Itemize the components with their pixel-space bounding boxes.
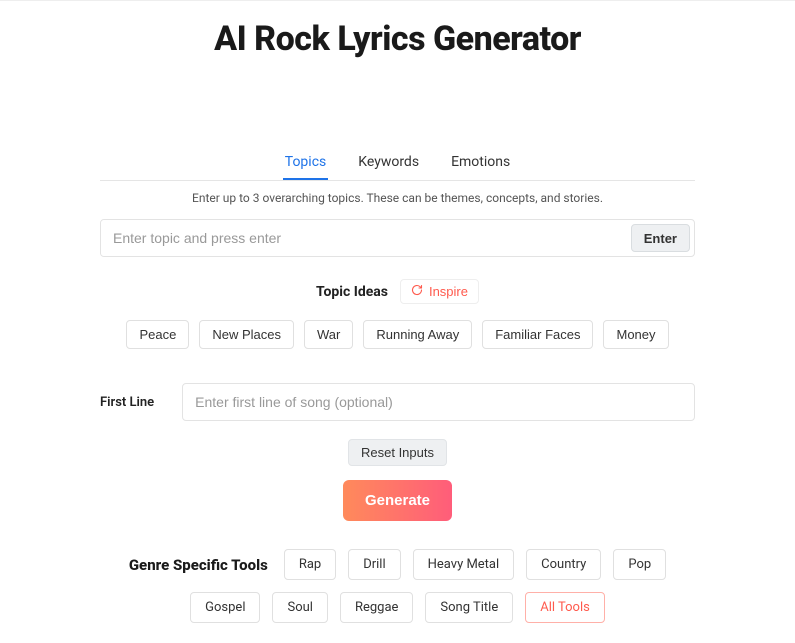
reset-button[interactable]: Reset Inputs — [348, 439, 447, 466]
tab-emotions[interactable]: Emotions — [449, 154, 512, 180]
genre-chip-drill[interactable]: Drill — [348, 549, 400, 580]
topic-chip[interactable]: Money — [603, 320, 668, 349]
first-line-input[interactable] — [182, 383, 695, 421]
genre-chip-song-title[interactable]: Song Title — [425, 592, 513, 623]
first-line-label: First Line — [100, 395, 154, 410]
enter-button[interactable]: Enter — [631, 224, 690, 252]
generate-button[interactable]: Generate — [343, 480, 452, 521]
genre-tools-row: Genre Specific Tools Rap Drill Heavy Met… — [100, 549, 695, 643]
tab-keywords[interactable]: Keywords — [356, 154, 421, 180]
genre-chip-all-tools[interactable]: All Tools — [525, 592, 605, 623]
inspire-button[interactable]: Inspire — [400, 279, 479, 304]
topic-input-row: Enter — [100, 219, 695, 257]
topic-chip[interactable]: Familiar Faces — [482, 320, 593, 349]
genre-chip-heavy-metal[interactable]: Heavy Metal — [413, 549, 515, 580]
topic-chip[interactable]: Running Away — [363, 320, 472, 349]
genre-tools-title: Genre Specific Tools — [129, 556, 268, 574]
topic-ideas-chips: Peace New Places War Running Away Famili… — [100, 320, 695, 349]
genre-chip-pop[interactable]: Pop — [613, 549, 666, 580]
topics-hint: Enter up to 3 overarching topics. These … — [100, 191, 695, 205]
refresh-icon — [411, 284, 423, 299]
genre-chip-soul[interactable]: Soul — [272, 592, 327, 623]
topic-input[interactable] — [101, 220, 627, 256]
genre-chip-country[interactable]: Country — [526, 549, 601, 580]
tabs: Topics Keywords Emotions — [100, 154, 695, 181]
topic-chip[interactable]: War — [304, 320, 353, 349]
genre-chip-gospel[interactable]: Gospel — [190, 592, 260, 623]
tab-topics[interactable]: Topics — [283, 154, 328, 180]
topic-chip[interactable]: Peace — [126, 320, 189, 349]
genre-chip-rap[interactable]: Rap — [284, 549, 336, 580]
first-line-row: First Line — [100, 383, 695, 421]
topic-ideas-title: Topic Ideas — [316, 284, 388, 300]
topic-ideas-header: Topic Ideas Inspire — [100, 279, 695, 304]
topic-chip[interactable]: New Places — [199, 320, 294, 349]
page-title: AI Rock Lyrics Generator — [0, 19, 795, 59]
inspire-label: Inspire — [429, 284, 468, 299]
genre-chip-reggae[interactable]: Reggae — [340, 592, 413, 623]
